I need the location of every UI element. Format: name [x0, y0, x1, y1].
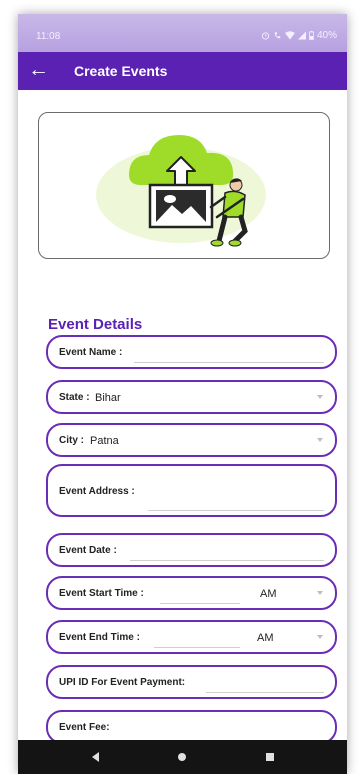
event-end-time-input[interactable] [154, 647, 240, 648]
nav-back-icon[interactable] [92, 752, 99, 762]
event-start-time-field[interactable]: Event Start Time : AM [46, 576, 337, 610]
app-bar: ← Create Events [18, 52, 347, 90]
state-value: Bihar [95, 392, 121, 404]
event-fee-label: Event Fee: [59, 722, 110, 733]
back-arrow-icon[interactable]: ← [28, 59, 49, 80]
event-address-input[interactable] [148, 510, 324, 511]
upi-id-label: UPI ID For Event Payment: [59, 677, 186, 688]
wifi-icon [284, 31, 295, 40]
state-dropdown[interactable]: State : Bihar [46, 380, 337, 414]
status-bar: 11:08 40% [18, 14, 347, 52]
event-image-picker[interactable] [38, 112, 330, 259]
event-name-label: Event Name : [59, 347, 123, 358]
end-ampm-arrow-icon[interactable] [317, 635, 323, 639]
event-address-field[interactable]: Event Address : [46, 464, 337, 517]
event-start-time-label: Event Start Time : [59, 588, 144, 599]
event-end-time-label: Event End Time : [59, 632, 140, 643]
battery-icon [309, 31, 314, 40]
nav-home-icon[interactable] [178, 753, 186, 761]
upi-id-input[interactable] [206, 692, 324, 693]
form-content: Event Details Event Name : State : Bihar… [18, 90, 347, 744]
city-dropdown-arrow-icon[interactable] [317, 438, 323, 442]
end-ampm-value[interactable]: AM [257, 632, 274, 644]
status-icons: 40% [261, 30, 337, 41]
event-fee-field[interactable]: Event Fee: [46, 710, 337, 744]
cell-signal-icon [297, 31, 306, 40]
start-ampm-arrow-icon[interactable] [317, 591, 323, 595]
upi-id-field[interactable]: UPI ID For Event Payment: [46, 665, 337, 699]
event-date-input[interactable] [130, 560, 324, 561]
start-ampm-value[interactable]: AM [260, 588, 277, 600]
event-name-field[interactable]: Event Name : [46, 335, 337, 369]
upload-photo-illustration [96, 135, 266, 247]
event-address-label: Event Address : [59, 486, 135, 497]
page-title: Create Events [74, 63, 168, 79]
phone-screen: 11:08 40% ← Create Events Event Details … [18, 14, 347, 774]
event-date-label: Event Date : [59, 545, 117, 556]
status-time: 11:08 [36, 31, 61, 42]
event-name-input[interactable] [134, 362, 324, 363]
state-label: State : [59, 392, 90, 403]
section-title: Event Details [48, 316, 143, 333]
event-end-time-field[interactable]: Event End Time : AM [46, 620, 337, 654]
city-dropdown[interactable]: City : Patna [46, 423, 337, 457]
event-date-field[interactable]: Event Date : [46, 533, 337, 567]
alarm-icon [261, 32, 270, 40]
city-label: City : [59, 435, 84, 446]
system-nav-bar [18, 740, 347, 774]
nav-recents-icon[interactable] [266, 753, 274, 761]
phone-signal-icon [274, 31, 281, 39]
battery-percent: 40% [316, 30, 337, 41]
event-start-time-input[interactable] [160, 603, 240, 604]
state-dropdown-arrow-icon[interactable] [317, 395, 323, 399]
city-value: Patna [90, 435, 119, 447]
